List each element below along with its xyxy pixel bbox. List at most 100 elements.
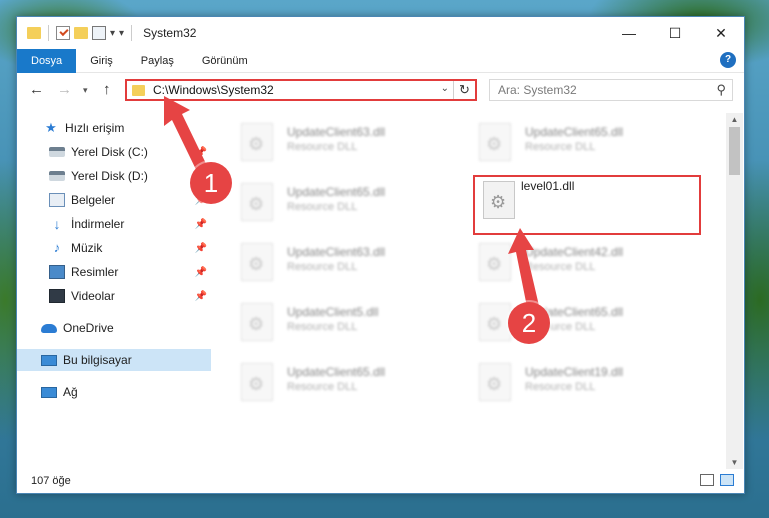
dll-file-icon <box>479 363 511 401</box>
file-name: UpdateClient19.dll <box>525 365 624 379</box>
vertical-scrollbar[interactable]: ▲ ▼ <box>726 113 743 469</box>
view-switcher <box>700 474 734 486</box>
sidebar-item-music[interactable]: ♪ Müzik 📌 <box>17 237 211 259</box>
file-type: Resource DLL <box>525 381 596 393</box>
sidebar-item-label: Videolar <box>71 289 115 303</box>
pin-icon[interactable]: 📌 <box>195 219 207 230</box>
new-folder-icon[interactable] <box>74 27 88 39</box>
scroll-up-icon[interactable]: ▲ <box>726 115 743 124</box>
scroll-down-icon[interactable]: ▼ <box>726 458 743 467</box>
sidebar-item-documents[interactable]: Belgeler 📌 <box>17 189 211 211</box>
sidebar-item-label: OneDrive <box>63 321 114 335</box>
sidebar-item-label: Müzik <box>71 241 103 255</box>
search-placeholder: Ara: System32 <box>498 83 577 97</box>
details-view-icon[interactable] <box>700 474 714 486</box>
sidebar-item-label: Resimler <box>71 265 119 279</box>
dll-file-icon <box>483 181 515 219</box>
quick-access-toolbar: ▾ ▾ <box>17 25 135 41</box>
file-name: UpdateClient65.dll <box>287 185 386 199</box>
dll-file-icon <box>479 123 511 161</box>
folder-icon <box>27 27 41 39</box>
file-item[interactable]: UpdateClient65.dll Resource DLL <box>231 357 441 407</box>
file-name: UpdateClient65.dll <box>287 365 386 379</box>
file-type: Resource DLL <box>525 141 596 153</box>
sidebar-item-this-pc[interactable]: Bu bilgisayar <box>17 349 211 371</box>
sidebar-item-label: Yerel Disk (C:) <box>71 145 148 159</box>
sidebar-item-label: Belgeler <box>71 193 116 207</box>
downloads-icon: ↓ <box>53 216 61 232</box>
file-item[interactable]: UpdateClient63.dll Resource DLL <box>231 237 441 287</box>
tiles-view-icon[interactable] <box>720 474 734 486</box>
file-type: Resource DLL <box>287 381 358 393</box>
file-list: UpdateClient63.dll Resource DLL UpdateCl… <box>213 113 725 469</box>
file-name: UpdateClient63.dll <box>287 245 386 259</box>
search-icon[interactable]: ⚲ <box>716 82 726 98</box>
sidebar-item-downloads[interactable]: ↓ İndirmeler 📌 <box>17 213 211 235</box>
file-item[interactable]: UpdateClient19.dll Resource DLL <box>469 357 679 407</box>
up-button[interactable]: ↑ <box>103 81 111 98</box>
pin-icon[interactable]: 📌 <box>195 267 207 278</box>
scrollbar-thumb[interactable] <box>729 127 740 175</box>
dll-file-icon <box>241 243 273 281</box>
network-icon <box>41 386 57 398</box>
dll-file-icon <box>241 183 273 221</box>
dll-file-icon <box>241 363 273 401</box>
close-button[interactable]: ✕ <box>698 17 744 49</box>
sidebar-item-onedrive[interactable]: OneDrive <box>17 317 211 339</box>
toolbar-divider <box>131 25 133 41</box>
file-explorer-window: ▾ ▾ System32 — ☐ ✕ Dosya Giriş Paylaş Gö… <box>16 16 745 494</box>
chevron-down-icon[interactable]: ⌄ <box>441 83 449 94</box>
tab-view[interactable]: Görünüm <box>188 49 262 73</box>
file-name: UpdateClient65.dll <box>525 125 624 139</box>
window-controls: — ☐ ✕ <box>606 17 744 49</box>
file-item[interactable]: UpdateClient5.dll Resource DLL <box>231 297 441 347</box>
sidebar-item-network[interactable]: Ağ <box>17 381 211 403</box>
computer-icon <box>41 354 57 366</box>
pin-icon[interactable]: 📌 <box>195 291 207 302</box>
forward-button[interactable]: → <box>57 81 72 98</box>
file-type: Resource DLL <box>287 261 358 273</box>
window-title: System32 <box>143 26 197 40</box>
help-icon[interactable]: ? <box>720 52 736 68</box>
status-bar: 107 öğe <box>17 469 744 493</box>
star-icon: ★ <box>45 120 57 135</box>
pin-icon[interactable]: 📌 <box>195 243 207 254</box>
customize-toolbar-icon[interactable]: ▾ <box>110 28 115 39</box>
tab-home[interactable]: Giriş <box>76 49 127 73</box>
file-name: UpdateClient5.dll <box>287 305 379 319</box>
dll-file-icon <box>241 303 273 341</box>
item-count: 107 öğe <box>31 475 71 487</box>
sidebar-item-label: Hızlı erişim <box>65 121 125 135</box>
sidebar-item-label: İndirmeler <box>71 217 125 231</box>
file-item[interactable]: UpdateClient65.dll Resource DLL <box>469 117 679 167</box>
callout-1-badge: 1 <box>190 162 232 204</box>
recent-locations-button[interactable]: ▾ <box>83 85 88 96</box>
file-type: Resource DLL <box>287 141 358 153</box>
file-item[interactable]: UpdateClient65.dll Resource DLL <box>231 177 441 227</box>
folder-icon <box>132 84 145 96</box>
sidebar-item-label: Ağ <box>63 385 78 399</box>
sidebar-item-videos[interactable]: Videolar 📌 <box>17 285 211 307</box>
search-input[interactable]: Ara: System32 ⚲ <box>489 79 733 101</box>
rename-icon[interactable] <box>92 26 106 40</box>
file-type: Resource DLL <box>287 201 358 213</box>
videos-icon <box>49 289 65 303</box>
tab-share[interactable]: Paylaş <box>127 49 188 73</box>
back-button[interactable]: ← <box>29 81 44 98</box>
refresh-button[interactable]: ↻ <box>453 81 475 99</box>
documents-icon <box>49 193 65 207</box>
tab-file[interactable]: Dosya <box>17 48 77 73</box>
properties-icon[interactable] <box>56 26 70 40</box>
sidebar-item-label: Bu bilgisayar <box>63 353 132 367</box>
toolbar-divider <box>48 25 49 41</box>
sidebar-item-pictures[interactable]: Resimler 📌 <box>17 261 211 283</box>
dll-file-icon <box>241 123 273 161</box>
file-name: level01.dll <box>521 179 575 193</box>
minimize-button[interactable]: — <box>606 17 652 49</box>
sidebar-item-label: Yerel Disk (D:) <box>71 169 148 183</box>
maximize-button[interactable]: ☐ <box>652 17 698 49</box>
file-name: UpdateClient63.dll <box>287 125 386 139</box>
customize-menu-icon[interactable]: ▾ <box>119 28 124 39</box>
file-item[interactable]: UpdateClient63.dll Resource DLL <box>231 117 441 167</box>
address-row: ← → ▾ ↑ C:\Windows\System32 ⌄ ↻ Ara: Sys… <box>17 75 744 105</box>
